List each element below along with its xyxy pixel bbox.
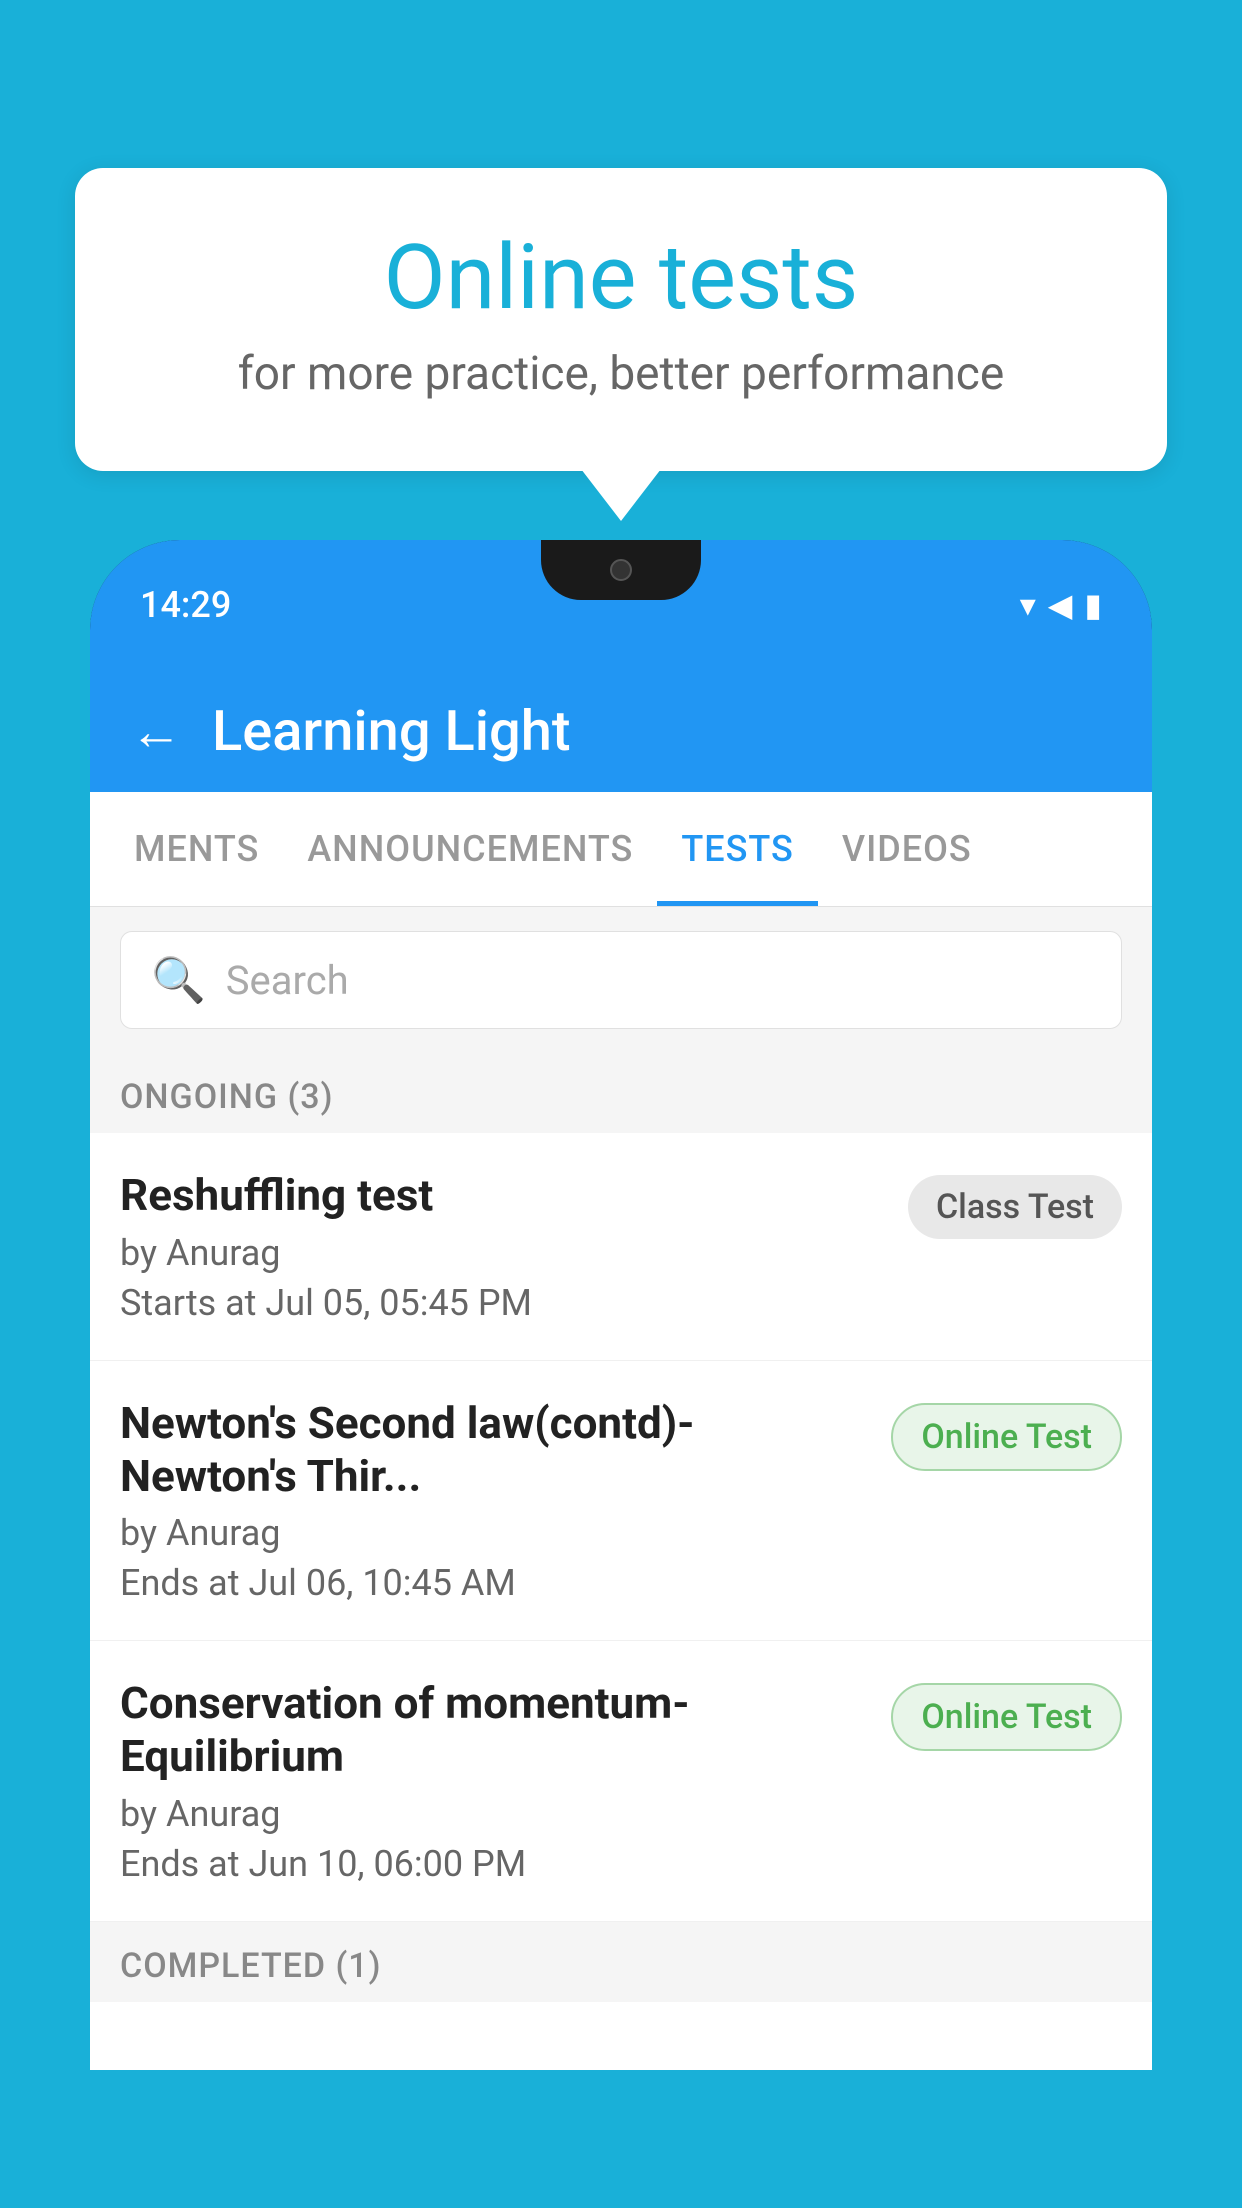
- tab-ments[interactable]: MENTS: [110, 792, 283, 906]
- test-item-3[interactable]: Conservation of momentum-Equilibrium by …: [90, 1641, 1152, 1922]
- bubble-subtitle: for more practice, better performance: [155, 347, 1087, 401]
- search-placeholder: Search: [226, 957, 349, 1004]
- ongoing-section-title: ONGOING (3): [120, 1077, 333, 1117]
- test-time-1: Starts at Jul 05, 05:45 PM: [120, 1282, 888, 1324]
- ongoing-section-header: ONGOING (3): [90, 1053, 1152, 1133]
- search-icon: 🔍: [151, 954, 206, 1006]
- tab-videos[interactable]: VIDEOS: [818, 792, 996, 906]
- test-name-2: Newton's Second law(contd)-Newton's Thir…: [120, 1397, 871, 1503]
- status-time: 14:29: [140, 584, 231, 626]
- phone-notch: [541, 540, 701, 600]
- app-topbar: ← Learning Light: [90, 670, 1152, 792]
- test-item-2[interactable]: Newton's Second law(contd)-Newton's Thir…: [90, 1361, 1152, 1642]
- status-icons: ▾ ◀ ▮: [1020, 586, 1102, 624]
- phone-body: 14:29 ▾ ◀ ▮ ← Learning Light MENTS: [90, 540, 1152, 2070]
- signal-icon: ◀: [1048, 586, 1073, 624]
- search-bar[interactable]: 🔍 Search: [120, 931, 1122, 1029]
- back-button[interactable]: ←: [130, 701, 182, 762]
- test-name-1: Reshuffling test: [120, 1169, 888, 1222]
- test-name-3: Conservation of momentum-Equilibrium: [120, 1677, 871, 1783]
- camera-dot: [610, 559, 632, 581]
- test-badge-2: Online Test: [891, 1403, 1122, 1471]
- test-author-3: by Anurag: [120, 1793, 871, 1835]
- app-title: Learning Light: [212, 698, 571, 764]
- test-badge-1: Class Test: [908, 1175, 1122, 1239]
- tabs-container: MENTS ANNOUNCEMENTS TESTS VIDEOS: [90, 792, 1152, 907]
- wifi-icon: ▾: [1020, 586, 1036, 624]
- test-time-2: Ends at Jul 06, 10:45 AM: [120, 1562, 871, 1604]
- test-info-1: Reshuffling test by Anurag Starts at Jul…: [120, 1169, 908, 1324]
- bubble-title: Online tests: [155, 228, 1087, 327]
- battery-icon: ▮: [1084, 586, 1102, 624]
- completed-section-header: COMPLETED (1): [90, 1922, 1152, 2002]
- test-info-3: Conservation of momentum-Equilibrium by …: [120, 1677, 891, 1885]
- tab-tests[interactable]: TESTS: [657, 792, 818, 906]
- test-info-2: Newton's Second law(contd)-Newton's Thir…: [120, 1397, 891, 1605]
- status-bar: 14:29 ▾ ◀ ▮: [90, 540, 1152, 670]
- app-content: ← Learning Light MENTS ANNOUNCEMENTS TES…: [90, 670, 1152, 2070]
- test-item-1[interactable]: Reshuffling test by Anurag Starts at Jul…: [90, 1133, 1152, 1361]
- tab-announcements[interactable]: ANNOUNCEMENTS: [283, 792, 657, 906]
- test-badge-3: Online Test: [891, 1683, 1122, 1751]
- search-container: 🔍 Search: [90, 907, 1152, 1053]
- test-time-3: Ends at Jun 10, 06:00 PM: [120, 1843, 871, 1885]
- speech-bubble: Online tests for more practice, better p…: [75, 168, 1167, 471]
- completed-section-title: COMPLETED (1): [120, 1946, 382, 1986]
- test-author-1: by Anurag: [120, 1232, 888, 1274]
- phone-frame: 14:29 ▾ ◀ ▮ ← Learning Light MENTS: [90, 540, 1152, 2208]
- test-author-2: by Anurag: [120, 1512, 871, 1554]
